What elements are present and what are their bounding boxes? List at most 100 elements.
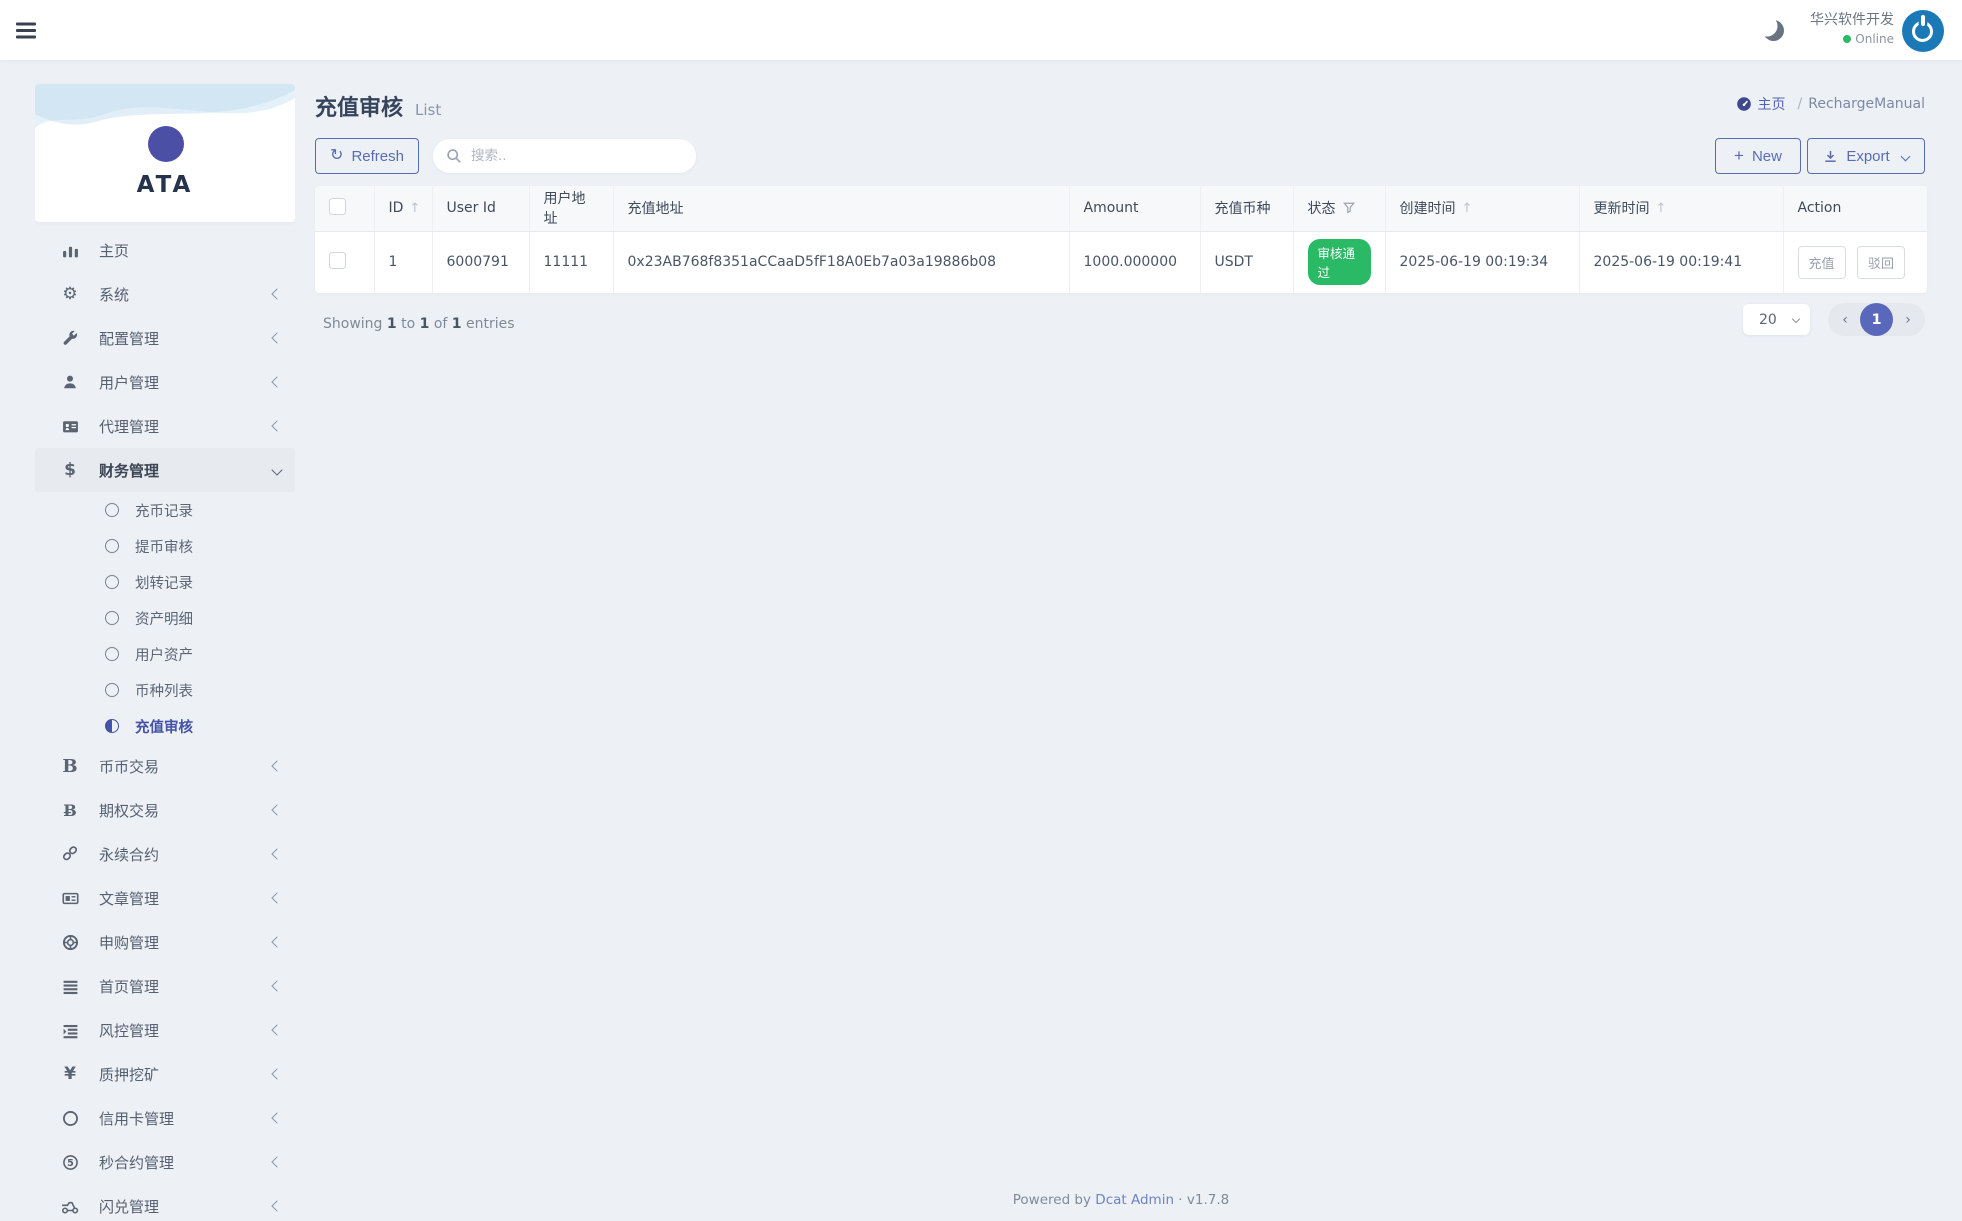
chain-link-icon: [59, 846, 81, 862]
chevron-left-icon: [271, 936, 283, 948]
sidebar-item-users[interactable]: 用户管理: [35, 360, 295, 404]
sidebar-item-articles[interactable]: 文章管理: [35, 876, 295, 920]
sidebar-item-label: 财务管理: [99, 461, 160, 480]
page-subtitle: List: [415, 101, 442, 119]
cell-coin: USDT: [1200, 231, 1294, 293]
sidebar-subitem-withdraw-review[interactable]: 提币审核: [35, 528, 295, 564]
sidebar-item-label: 信用卡管理: [99, 1109, 175, 1128]
wrench-icon: [59, 330, 81, 346]
page-title: 充值审核: [315, 96, 404, 121]
sort-asc-icon[interactable]: ↑: [1656, 201, 1667, 216]
sidebar-subitem-transfer-records[interactable]: 划转记录: [35, 564, 295, 600]
export-button[interactable]: Export: [1807, 138, 1925, 174]
chevron-left-icon: [271, 1156, 283, 1168]
search-icon: [447, 149, 461, 163]
online-status: Online: [1810, 30, 1894, 48]
sidebar-item-second-contract[interactable]: 5 秒合约管理: [35, 1140, 295, 1184]
chevron-left-icon: [271, 1068, 283, 1080]
footer: Powered by Dcat Admin · v1.7.8: [315, 1192, 1927, 1208]
sidebar-item-spot-trade[interactable]: B 币币交易: [35, 744, 295, 788]
select-all-cell: [315, 186, 375, 232]
export-label: Export: [1846, 147, 1890, 165]
current-page-button[interactable]: 1: [1860, 303, 1893, 336]
sidebar-item-risk-control[interactable]: 风控管理: [35, 1008, 295, 1052]
chevron-left-icon: [271, 804, 283, 816]
col-id[interactable]: ID ↑: [374, 186, 433, 232]
breadcrumb-home-link[interactable]: 主页: [1758, 94, 1786, 114]
motorcycle-icon: [59, 1197, 81, 1215]
chevron-left-icon: [271, 376, 283, 388]
sidebar-subitem-label: 用户资产: [135, 647, 193, 664]
sidebar-logo-card[interactable]: ATA: [35, 84, 295, 222]
five-badge-icon: 5: [59, 1154, 81, 1171]
search-box: [433, 139, 696, 173]
refresh-button[interactable]: ↻ Refresh: [315, 138, 419, 174]
plus-icon: +: [1734, 146, 1744, 165]
sidebar-item-perpetual[interactable]: 永续合约: [35, 832, 295, 876]
cell-updated: 2025-06-19 00:19:41: [1579, 231, 1784, 293]
cell-action: 充值 驳回: [1783, 231, 1927, 293]
sidebar-item-system[interactable]: ⚙ 系统: [35, 272, 295, 316]
sidebar-item-options-trade[interactable]: Ƀ 期权交易: [35, 788, 295, 832]
recharge-action-button[interactable]: 充值: [1797, 245, 1846, 279]
col-coin: 充值币种: [1200, 186, 1294, 232]
page-size-select[interactable]: 20: [1743, 304, 1810, 335]
avatar[interactable]: [1902, 10, 1944, 52]
row-checkbox[interactable]: [329, 251, 346, 269]
col-updated[interactable]: 更新时间 ↑: [1579, 186, 1784, 232]
sidebar-item-label: 配置管理: [99, 329, 160, 348]
page-head: 充值审核 List: [315, 90, 441, 122]
prev-page-button[interactable]: ‹: [1830, 312, 1860, 328]
sidebar-item-config[interactable]: 配置管理: [35, 316, 295, 360]
sidebar-subitem-user-assets[interactable]: 用户资产: [35, 636, 295, 672]
sidebar-item-flash-exchange[interactable]: 闪兑管理: [35, 1184, 295, 1221]
newspaper-icon: [59, 890, 81, 907]
row-select-cell: [315, 231, 375, 293]
sidebar-item-home[interactable]: 主页: [35, 228, 295, 272]
circle-icon: [59, 1110, 81, 1127]
sidebar-item-agents[interactable]: 代理管理: [35, 404, 295, 448]
sidebar-item-staking[interactable]: ¥ 质押挖矿: [35, 1052, 295, 1096]
col-status[interactable]: 状态: [1293, 186, 1386, 232]
next-page-button[interactable]: ›: [1893, 312, 1923, 328]
filter-funnel-icon[interactable]: [1342, 202, 1355, 214]
sidebar-item-label: 期权交易: [99, 801, 160, 820]
dark-mode-moon-icon[interactable]: [1763, 20, 1784, 41]
breadcrumb-separator: /: [1797, 96, 1803, 112]
sidebar-subitem-coin-list[interactable]: 币种列表: [35, 672, 295, 708]
download-icon: [1825, 150, 1836, 162]
sidebar-item-label: 系统: [99, 285, 130, 304]
sort-asc-icon[interactable]: ↑: [409, 201, 420, 216]
sidebar-item-credit-card[interactable]: 信用卡管理: [35, 1096, 295, 1140]
sidebar-item-subscription[interactable]: 申购管理: [35, 920, 295, 964]
finance-submenu: 充币记录 提币审核 划转记录 资产明细 用户资产 币种列表 充值审核: [35, 492, 295, 744]
cell-amount: 1000.000000: [1069, 231, 1201, 293]
breadcrumb-current: RechargeManual: [1808, 96, 1925, 112]
pagination: 20 ‹ 1 ›: [1743, 303, 1925, 336]
data-table: ID ↑ User Id 用户地址 充值地址 Amount 充值币种 状态 创建时…: [315, 186, 1927, 293]
indent-list-icon: [59, 1022, 81, 1039]
gauge-icon: [1736, 97, 1751, 111]
sidebar-item-homepage[interactable]: 首页管理: [35, 964, 295, 1008]
chevron-left-icon: [271, 1200, 283, 1212]
cell-user-addr: 11111: [529, 231, 614, 293]
dcat-admin-link[interactable]: Dcat Admin: [1095, 1192, 1174, 1208]
sort-asc-icon[interactable]: ↑: [1462, 201, 1473, 216]
col-created[interactable]: 创建时间 ↑: [1385, 186, 1580, 232]
hamburger-menu-icon[interactable]: [16, 29, 36, 32]
reject-action-button[interactable]: 驳回: [1856, 245, 1905, 279]
col-recharge-addr: 充值地址: [613, 186, 1070, 232]
sidebar-item-finance[interactable]: $ 财务管理: [35, 448, 295, 492]
footer-separator: ·: [1178, 1192, 1183, 1208]
sidebar-subitem-recharge-review[interactable]: 充值审核: [35, 708, 295, 744]
chevron-down-icon: [1900, 151, 1911, 161]
select-all-checkbox[interactable]: [329, 197, 346, 215]
sidebar-subitem-deposit-records[interactable]: 充币记录: [35, 492, 295, 528]
search-input[interactable]: [471, 139, 686, 173]
sidebar-item-label: 闪兑管理: [99, 1197, 160, 1216]
main-content: 充值审核 List 主页 / RechargeManual ↻ Refresh …: [315, 60, 1927, 1221]
sidebar-item-label: 风控管理: [99, 1021, 160, 1040]
new-button[interactable]: + New: [1715, 138, 1801, 174]
brand-name: 华兴软件开发: [1810, 12, 1894, 28]
sidebar-subitem-asset-detail[interactable]: 资产明细: [35, 600, 295, 636]
